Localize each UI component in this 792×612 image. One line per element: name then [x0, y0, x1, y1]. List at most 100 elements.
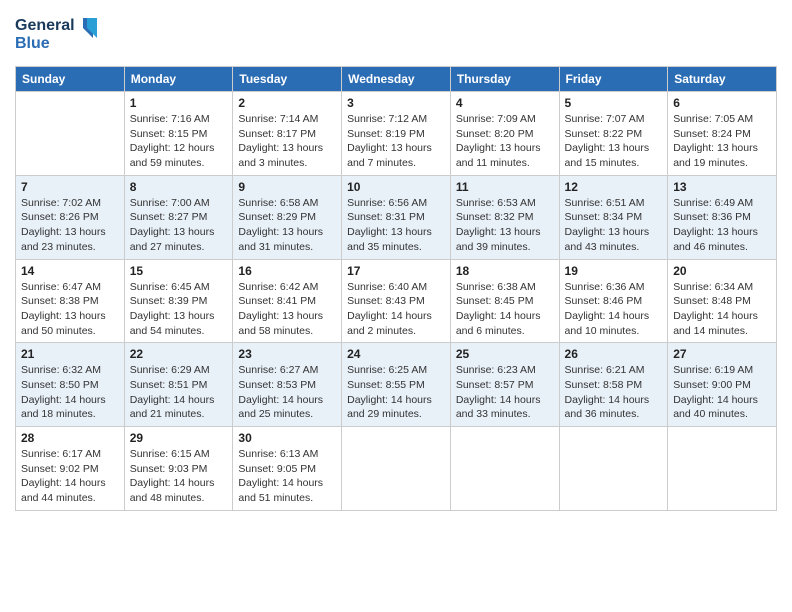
day-info: Sunrise: 6:25 AM Sunset: 8:55 PM Dayligh… — [347, 363, 445, 422]
calendar-cell: 29Sunrise: 6:15 AM Sunset: 9:03 PM Dayli… — [124, 427, 233, 511]
day-info: Sunrise: 7:00 AM Sunset: 8:27 PM Dayligh… — [130, 196, 228, 255]
page-container: General Blue SundayMondayTuesdayWednesda… — [0, 0, 792, 521]
day-number: 26 — [565, 347, 663, 361]
day-info: Sunrise: 7:14 AM Sunset: 8:17 PM Dayligh… — [238, 112, 336, 171]
calendar-week-row: 1 Sunrise: 7:16 AM Sunset: 8:15 PM Daylig… — [16, 92, 777, 176]
weekday-header-sunday: Sunday — [16, 67, 125, 92]
day-info: Sunrise: 7:07 AM Sunset: 8:22 PM Dayligh… — [565, 112, 663, 171]
logo: General Blue — [15, 10, 105, 60]
weekday-header-friday: Friday — [559, 67, 668, 92]
day-info: Sunrise: 6:49 AM Sunset: 8:36 PM Dayligh… — [673, 196, 771, 255]
day-number: 10 — [347, 180, 445, 194]
calendar-cell: 17 Sunrise: 6:40 AM Sunset: 8:43 PM Dayli… — [342, 259, 451, 343]
day-info: Sunrise: 6:51 AM Sunset: 8:34 PM Dayligh… — [565, 196, 663, 255]
day-number: 9 — [238, 180, 336, 194]
calendar-cell: 10 Sunrise: 6:56 AM Sunset: 8:31 PM Dayli… — [342, 175, 451, 259]
day-info: Sunrise: 6:13 AM Sunset: 9:05 PM Dayligh… — [238, 447, 336, 506]
day-info: Sunrise: 6:15 AM Sunset: 9:03 PM Dayligh… — [130, 447, 228, 506]
calendar-cell: 4 Sunrise: 7:09 AM Sunset: 8:20 PM Daylig… — [450, 92, 559, 176]
day-number: 28 — [21, 431, 119, 445]
calendar-cell: 3 Sunrise: 7:12 AM Sunset: 8:19 PM Daylig… — [342, 92, 451, 176]
day-number: 4 — [456, 96, 554, 110]
day-info: Sunrise: 7:16 AM Sunset: 8:15 PM Dayligh… — [130, 112, 228, 171]
day-info: Sunrise: 6:53 AM Sunset: 8:32 PM Dayligh… — [456, 196, 554, 255]
svg-text:General: General — [15, 17, 75, 34]
calendar-cell — [16, 92, 125, 176]
day-info: Sunrise: 6:42 AM Sunset: 8:41 PM Dayligh… — [238, 280, 336, 339]
day-info: Sunrise: 7:09 AM Sunset: 8:20 PM Dayligh… — [456, 112, 554, 171]
calendar-cell — [559, 427, 668, 511]
calendar-cell — [450, 427, 559, 511]
weekday-header-monday: Monday — [124, 67, 233, 92]
calendar-cell: 24 Sunrise: 6:25 AM Sunset: 8:55 PM Dayli… — [342, 343, 451, 427]
calendar-cell: 28 Sunrise: 6:17 AM Sunset: 9:02 PM Dayli… — [16, 427, 125, 511]
day-number: 1 — [130, 96, 228, 110]
calendar-week-row: 28 Sunrise: 6:17 AM Sunset: 9:02 PM Dayli… — [16, 427, 777, 511]
calendar-cell: 25 Sunrise: 6:23 AM Sunset: 8:57 PM Dayli… — [450, 343, 559, 427]
day-number: 22 — [130, 347, 228, 361]
day-number: 23 — [238, 347, 336, 361]
svg-text:Blue: Blue — [15, 35, 50, 52]
day-number: 24 — [347, 347, 445, 361]
calendar-cell: 27 Sunrise: 6:19 AM Sunset: 9:00 PM Dayli… — [668, 343, 777, 427]
calendar-cell: 15 Sunrise: 6:45 AM Sunset: 8:39 PM Dayli… — [124, 259, 233, 343]
calendar-cell: 22Sunrise: 6:29 AM Sunset: 8:51 PM Dayli… — [124, 343, 233, 427]
day-info: Sunrise: 7:12 AM Sunset: 8:19 PM Dayligh… — [347, 112, 445, 171]
day-info: Sunrise: 6:36 AM Sunset: 8:46 PM Dayligh… — [565, 280, 663, 339]
day-info: Sunrise: 6:56 AM Sunset: 8:31 PM Dayligh… — [347, 196, 445, 255]
header: General Blue — [15, 10, 777, 60]
day-info: Sunrise: 6:32 AM Sunset: 8:50 PM Dayligh… — [21, 363, 119, 422]
day-info: Sunrise: 6:19 AM Sunset: 9:00 PM Dayligh… — [673, 363, 771, 422]
day-info: Sunrise: 6:17 AM Sunset: 9:02 PM Dayligh… — [21, 447, 119, 506]
day-info: Sunrise: 6:40 AM Sunset: 8:43 PM Dayligh… — [347, 280, 445, 339]
calendar-cell: 12Sunrise: 6:51 AM Sunset: 8:34 PM Dayli… — [559, 175, 668, 259]
calendar-week-row: 21Sunrise: 6:32 AM Sunset: 8:50 PM Dayli… — [16, 343, 777, 427]
day-info: Sunrise: 6:27 AM Sunset: 8:53 PM Dayligh… — [238, 363, 336, 422]
day-info: Sunrise: 6:34 AM Sunset: 8:48 PM Dayligh… — [673, 280, 771, 339]
calendar-cell: 2 Sunrise: 7:14 AM Sunset: 8:17 PM Daylig… — [233, 92, 342, 176]
calendar-cell: 19Sunrise: 6:36 AM Sunset: 8:46 PM Dayli… — [559, 259, 668, 343]
day-number: 3 — [347, 96, 445, 110]
day-number: 18 — [456, 264, 554, 278]
day-info: Sunrise: 6:58 AM Sunset: 8:29 PM Dayligh… — [238, 196, 336, 255]
logo-text: General Blue — [15, 10, 105, 60]
calendar-cell: 5 Sunrise: 7:07 AM Sunset: 8:22 PM Daylig… — [559, 92, 668, 176]
calendar-cell: 6 Sunrise: 7:05 AM Sunset: 8:24 PM Daylig… — [668, 92, 777, 176]
calendar-cell: 21Sunrise: 6:32 AM Sunset: 8:50 PM Dayli… — [16, 343, 125, 427]
day-number: 20 — [673, 264, 771, 278]
day-number: 11 — [456, 180, 554, 194]
day-info: Sunrise: 6:23 AM Sunset: 8:57 PM Dayligh… — [456, 363, 554, 422]
day-number: 2 — [238, 96, 336, 110]
day-number: 7 — [21, 180, 119, 194]
weekday-header-tuesday: Tuesday — [233, 67, 342, 92]
weekday-header-wednesday: Wednesday — [342, 67, 451, 92]
day-number: 5 — [565, 96, 663, 110]
day-number: 8 — [130, 180, 228, 194]
day-info: Sunrise: 6:38 AM Sunset: 8:45 PM Dayligh… — [456, 280, 554, 339]
day-number: 15 — [130, 264, 228, 278]
day-number: 27 — [673, 347, 771, 361]
calendar-table: SundayMondayTuesdayWednesdayThursdayFrid… — [15, 66, 777, 511]
weekday-header-saturday: Saturday — [668, 67, 777, 92]
calendar-cell: 8 Sunrise: 7:00 AM Sunset: 8:27 PM Daylig… — [124, 175, 233, 259]
day-number: 30 — [238, 431, 336, 445]
day-number: 6 — [673, 96, 771, 110]
calendar-week-row: 7 Sunrise: 7:02 AM Sunset: 8:26 PM Daylig… — [16, 175, 777, 259]
day-info: Sunrise: 7:02 AM Sunset: 8:26 PM Dayligh… — [21, 196, 119, 255]
calendar-cell — [668, 427, 777, 511]
calendar-cell: 11 Sunrise: 6:53 AM Sunset: 8:32 PM Dayli… — [450, 175, 559, 259]
day-number: 25 — [456, 347, 554, 361]
day-info: Sunrise: 6:45 AM Sunset: 8:39 PM Dayligh… — [130, 280, 228, 339]
weekday-header-thursday: Thursday — [450, 67, 559, 92]
day-info: Sunrise: 6:21 AM Sunset: 8:58 PM Dayligh… — [565, 363, 663, 422]
calendar-cell: 23 Sunrise: 6:27 AM Sunset: 8:53 PM Dayli… — [233, 343, 342, 427]
calendar-cell: 16 Sunrise: 6:42 AM Sunset: 8:41 PM Dayli… — [233, 259, 342, 343]
calendar-cell: 13 Sunrise: 6:49 AM Sunset: 8:36 PM Dayli… — [668, 175, 777, 259]
day-number: 13 — [673, 180, 771, 194]
day-info: Sunrise: 7:05 AM Sunset: 8:24 PM Dayligh… — [673, 112, 771, 171]
weekday-header-row: SundayMondayTuesdayWednesdayThursdayFrid… — [16, 67, 777, 92]
day-number: 16 — [238, 264, 336, 278]
day-number: 17 — [347, 264, 445, 278]
calendar-cell: 18 Sunrise: 6:38 AM Sunset: 8:45 PM Dayli… — [450, 259, 559, 343]
calendar-cell: 26 Sunrise: 6:21 AM Sunset: 8:58 PM Dayli… — [559, 343, 668, 427]
